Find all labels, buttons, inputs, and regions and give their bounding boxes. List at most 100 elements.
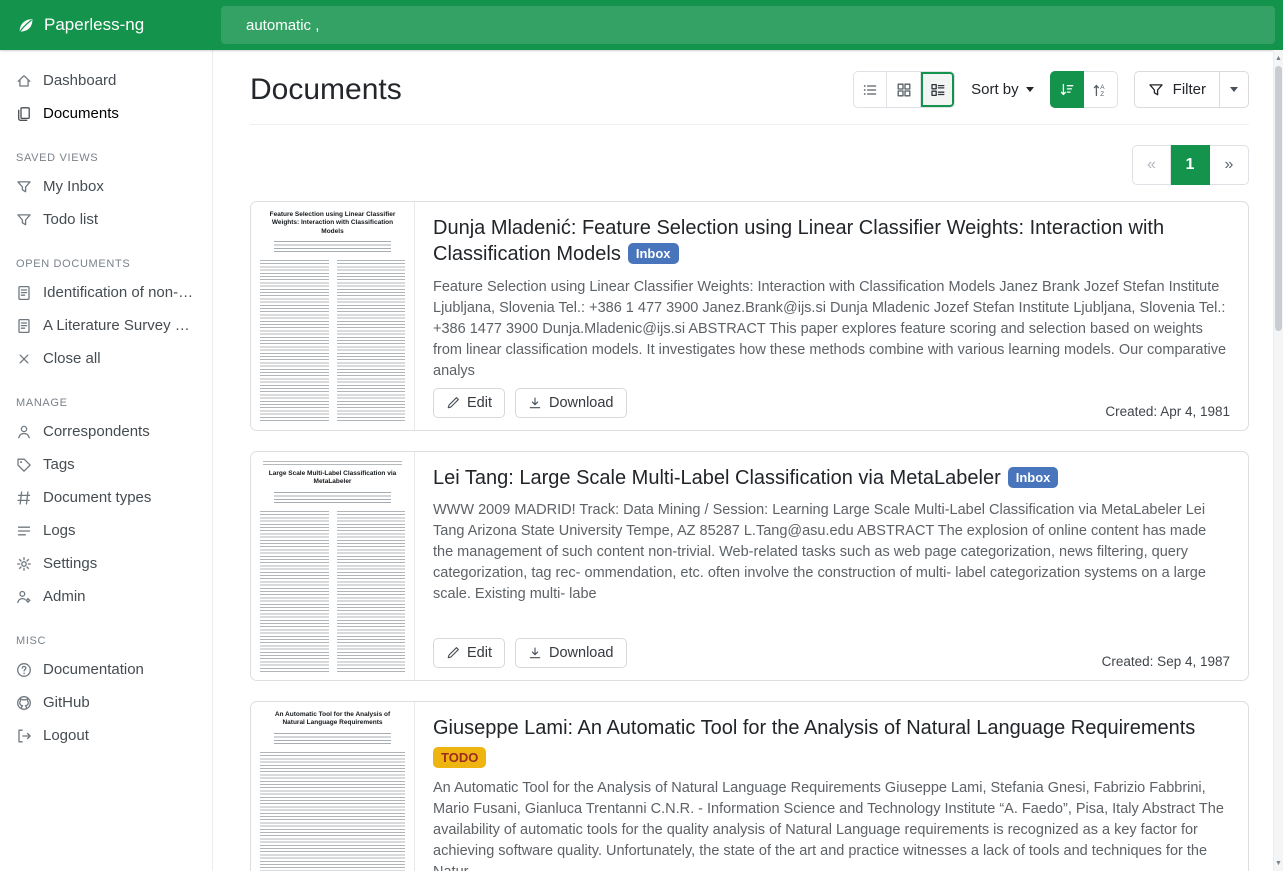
- files-icon: [16, 106, 32, 122]
- created-date: Created: Sep 4, 1987: [1102, 654, 1230, 669]
- pagination-prev-button[interactable]: «: [1132, 145, 1171, 185]
- sort-alpha-up-icon: AZ: [1092, 82, 1108, 98]
- document-title-link[interactable]: Lei Tang: Large Scale Multi-Label Classi…: [433, 467, 1001, 489]
- document-title-link[interactable]: Dunja Mladenić: Feature Selection using …: [433, 217, 1164, 265]
- funnel-icon: [16, 179, 32, 195]
- download-button[interactable]: Download: [515, 638, 627, 668]
- document-card: Large Scale Multi-Label Classification v…: [250, 451, 1249, 681]
- thumbnail-header-line: [263, 461, 402, 465]
- thumbnail-text-columns: [260, 511, 405, 673]
- sort-amount-down-icon: [1059, 82, 1075, 98]
- list-icon: [16, 523, 32, 539]
- sidebar-item-open-doc-2[interactable]: A Literature Survey on ...: [0, 309, 212, 342]
- sidebar-item-close-all[interactable]: Close all: [0, 342, 212, 375]
- leaf-icon: [16, 16, 35, 35]
- sidebar-item-documents[interactable]: Documents: [0, 97, 212, 130]
- filter-button[interactable]: Filter: [1134, 71, 1220, 108]
- document-thumbnail[interactable]: An Automatic Tool for the Analysis of Na…: [251, 702, 415, 871]
- gear-icon: [16, 556, 32, 572]
- grid-view-icon: [896, 82, 912, 98]
- sidebar-item-my-inbox[interactable]: My Inbox: [0, 170, 212, 203]
- thumbnail-authors-lines: [274, 241, 391, 254]
- app-brand[interactable]: Paperless-ng: [0, 15, 213, 35]
- filter-dropdown-button[interactable]: [1220, 71, 1249, 108]
- document-card: Feature Selection using Linear Classifie…: [250, 201, 1249, 431]
- pagination-next-button[interactable]: »: [1210, 145, 1249, 185]
- section-saved-views: SAVED VIEWS: [16, 152, 196, 164]
- list-view-button[interactable]: [853, 71, 887, 108]
- pagination-page-1[interactable]: 1: [1171, 145, 1210, 185]
- document-title-link[interactable]: Giuseppe Lami: An Automatic Tool for the…: [433, 717, 1195, 739]
- sidebar-item-tags[interactable]: Tags: [0, 448, 212, 481]
- sort-descending-button[interactable]: [1050, 71, 1084, 108]
- sort-direction-group: AZ: [1050, 71, 1118, 108]
- document-snippet: Feature Selection using Linear Classifie…: [433, 277, 1230, 378]
- main-content: Documents: [214, 50, 1273, 871]
- list-view-icon: [862, 82, 878, 98]
- section-manage: MANAGE: [16, 397, 196, 409]
- tag-badge-inbox[interactable]: Inbox: [628, 243, 679, 264]
- documents-toolbar: Sort by AZ: [853, 71, 1249, 108]
- thumbnail-page-title: Feature Selection using Linear Classifie…: [260, 211, 405, 236]
- chevron-down-icon: [1230, 87, 1238, 92]
- search-input[interactable]: [221, 6, 1275, 44]
- sidebar-item-todo-list[interactable]: Todo list: [0, 203, 212, 236]
- scroll-up-arrow-icon[interactable]: ▲: [1274, 52, 1283, 64]
- documents-list: Feature Selection using Linear Classifie…: [250, 201, 1249, 871]
- download-icon: [528, 396, 542, 410]
- hash-icon: [16, 490, 32, 506]
- document-card: An Automatic Tool for the Analysis of Na…: [250, 701, 1249, 871]
- edit-button[interactable]: Edit: [433, 388, 505, 418]
- svg-text:Z: Z: [1100, 91, 1104, 98]
- sidebar-item-logout[interactable]: Logout: [0, 719, 212, 752]
- document-snippet: WWW 2009 MADRID! Track: Data Mining / Se…: [433, 500, 1230, 605]
- document-title: Lei Tang: Large Scale Multi-Label Classi…: [433, 465, 1230, 491]
- scroll-down-arrow-icon[interactable]: ▼: [1274, 857, 1283, 869]
- sidebar-item-github[interactable]: GitHub: [0, 686, 212, 719]
- sidebar-item-admin[interactable]: Admin: [0, 580, 212, 613]
- thumbnail-text-columns: [260, 260, 405, 423]
- scrollbar-thumb[interactable]: [1275, 66, 1282, 331]
- search-bar: [213, 0, 1283, 50]
- sort-alpha-up-button[interactable]: AZ: [1084, 71, 1118, 108]
- funnel-icon: [16, 212, 32, 228]
- pagination-row: « 1 »: [250, 145, 1249, 185]
- pencil-icon: [446, 396, 460, 410]
- document-title: Dunja Mladenić: Feature Selection using …: [433, 215, 1230, 268]
- thumbnail-page-title: Large Scale Multi-Label Classification v…: [260, 470, 405, 487]
- detail-view-button[interactable]: [921, 71, 955, 108]
- section-open-documents: OPEN DOCUMENTS: [16, 258, 196, 270]
- vertical-scrollbar[interactable]: ▲ ▼: [1273, 50, 1283, 871]
- sidebar-item-dashboard[interactable]: Dashboard: [0, 64, 212, 97]
- topbar: Paperless-ng: [0, 0, 1283, 50]
- thumbnail-page-title: An Automatic Tool for the Analysis of Na…: [260, 711, 405, 728]
- chevron-down-icon: [1026, 87, 1034, 92]
- document-thumbnail[interactable]: Large Scale Multi-Label Classification v…: [251, 452, 415, 680]
- page-title: Documents: [250, 73, 402, 107]
- created-date: Created: Apr 4, 1981: [1105, 404, 1230, 419]
- sidebar: Dashboard Documents SAVED VIEWS My Inbox…: [0, 50, 213, 871]
- sidebar-item-document-types[interactable]: Document types: [0, 481, 212, 514]
- download-icon: [528, 646, 542, 660]
- question-circle-icon: [16, 662, 32, 678]
- tag-badge-inbox[interactable]: Inbox: [1008, 467, 1059, 488]
- person-icon: [16, 424, 32, 440]
- document-thumbnail[interactable]: Feature Selection using Linear Classifie…: [251, 202, 415, 430]
- sort-by-dropdown[interactable]: Sort by: [971, 81, 1034, 98]
- close-icon: [16, 351, 32, 367]
- thumbnail-text-columns: [260, 752, 405, 871]
- edit-button[interactable]: Edit: [433, 638, 505, 668]
- download-button[interactable]: Download: [515, 388, 627, 418]
- tag-badge-todo[interactable]: TODO: [433, 747, 486, 768]
- section-misc: MISC: [16, 635, 196, 647]
- document-title: Giuseppe Lami: An Automatic Tool for the…: [433, 715, 1230, 741]
- view-mode-switcher: [853, 71, 955, 108]
- grid-view-button[interactable]: [887, 71, 921, 108]
- document-snippet: An Automatic Tool for the Analysis of Na…: [433, 778, 1230, 871]
- sidebar-item-settings[interactable]: Settings: [0, 547, 212, 580]
- app-title: Paperless-ng: [44, 15, 144, 35]
- sidebar-item-documentation[interactable]: Documentation: [0, 653, 212, 686]
- sidebar-item-correspondents[interactable]: Correspondents: [0, 415, 212, 448]
- sidebar-item-open-doc-1[interactable]: Identification of non-fu...: [0, 276, 212, 309]
- sidebar-item-logs[interactable]: Logs: [0, 514, 212, 547]
